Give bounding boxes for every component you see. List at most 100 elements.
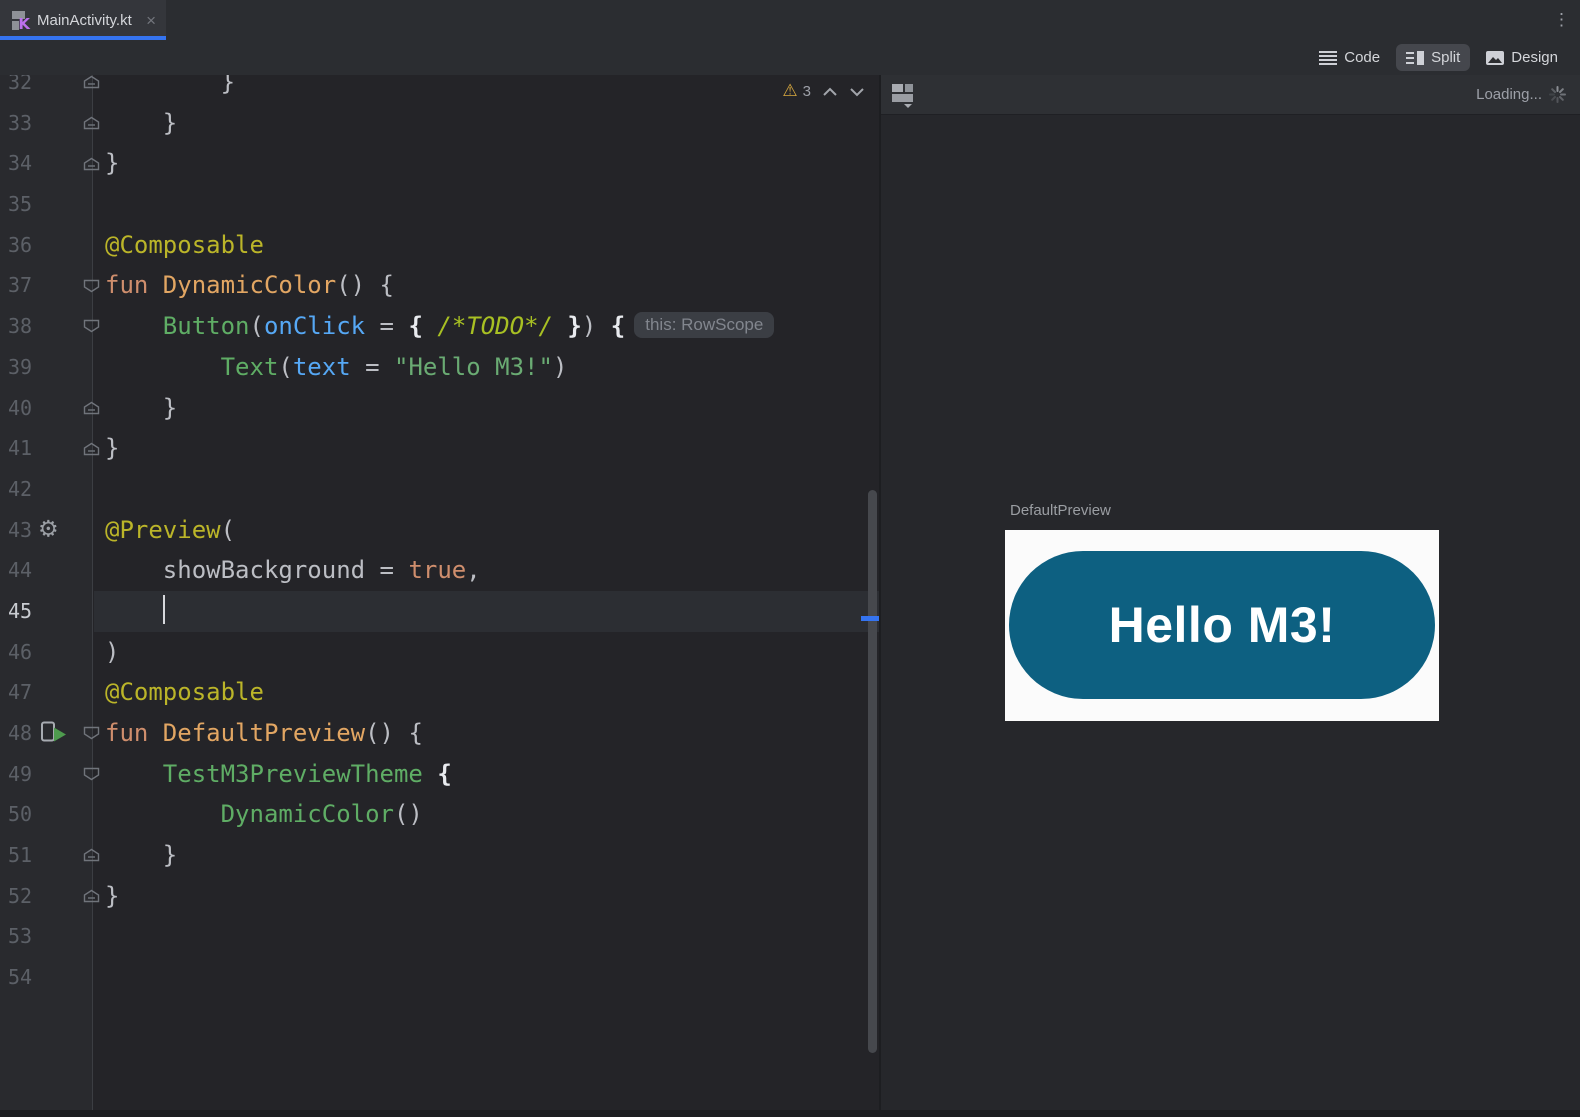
code-line[interactable]: 48 fun DefaultPreview() { [0,713,879,754]
code-line[interactable]: 32 } [0,75,879,103]
inlay-hint: this: RowScope [634,312,775,339]
code-line[interactable]: 38 Button(onClick = { /*TODO*/ }) {this:… [0,306,879,347]
code-text: @Composable [105,678,264,707]
code-line[interactable]: 51 } [0,835,879,876]
line-number: 47 [8,680,33,705]
editor-mode-toolbar: Code Split Design [0,40,1580,75]
code-line[interactable]: 45 [0,590,879,632]
code-text: @Preview( [105,515,236,544]
editor-scrollbar[interactable] [868,490,877,1053]
code-text: } [105,108,178,137]
code-lines: 32 } 33 } 34} 35 36 @Composable 37 fun DynamicC… [0,75,879,998]
compose-preview-pane: Loading... DefaultPreview Hello M3! [881,75,1580,1110]
preview-composable-label[interactable]: DefaultPreview [1010,502,1111,519]
prev-warning-chevron-up-icon[interactable] [822,86,838,98]
code-line[interactable]: 35 [0,184,879,225]
code-text: Text(text = "Hello M3!") [220,352,568,381]
code-editor[interactable]: 32 } 33 } 34} 35 36 @Composable 37 fun DynamicC… [0,75,879,1110]
fold-expand-icon[interactable] [83,157,100,170]
fold-collapse-icon[interactable] [83,727,100,740]
preview-status: Loading... [1476,86,1566,103]
line-number: 39 [8,354,33,379]
tab-mainactivity[interactable]: K MainActivity.kt × [0,0,166,40]
fold-expand-icon[interactable] [83,401,100,415]
inspection-widget: ⚠ 3 [782,83,865,100]
line-number: 44 [8,558,33,583]
code-line[interactable]: 33 } [0,103,879,144]
tab-close-icon[interactable]: × [146,12,156,29]
code-line[interactable]: 37 fun DynamicColor() { [0,265,879,306]
fold-expand-icon[interactable] [83,849,100,862]
line-number: 41 [8,436,33,461]
preview-button-text: Hello M3! [1108,597,1336,653]
line-number: 43 [8,517,33,542]
code-line[interactable]: 53 [0,916,879,957]
editor-tab-bar: K MainActivity.kt × ⋮ [0,0,1580,40]
warning-count: 3 [802,83,811,100]
next-warning-chevron-down-icon[interactable] [849,86,865,98]
preview-render-surface[interactable]: Hello M3! [1005,530,1439,721]
code-text: @Composable [105,230,264,259]
fold-collapse-icon[interactable] [83,767,100,781]
code-text: ) [105,637,120,666]
line-number: 51 [8,843,33,868]
code-line[interactable]: 49 TestM3PreviewTheme { [0,754,879,795]
preview-button[interactable]: Hello M3! [1009,551,1435,699]
code-line[interactable]: 50 DynamicColor() [0,794,879,835]
code-line[interactable]: 36 @Composable [0,225,879,266]
active-tab-underline [0,36,166,40]
preview-canvas[interactable]: DefaultPreview Hello M3! [881,115,1580,1110]
line-number: 37 [8,273,33,298]
kebab-menu-icon[interactable]: ⋮ [1553,10,1570,30]
code-line[interactable]: 34} [0,143,879,184]
code-text: fun DefaultPreview() { [105,719,423,747]
code-line[interactable]: 41} [0,428,879,469]
preview-toolbar: Loading... [881,75,1580,115]
line-number: 52 [8,883,33,908]
code-text: } [105,149,120,178]
code-line[interactable]: 40 } [0,388,879,429]
code-line[interactable]: 52} [0,876,879,917]
line-number: 40 [8,395,33,420]
code-text: } [105,434,120,463]
loading-spinner-icon [1549,86,1566,103]
line-number: 54 [8,965,33,990]
code-text: fun DynamicColor() { [105,271,394,300]
code-view-button[interactable]: Code [1309,44,1390,71]
code-line[interactable]: 54 [0,957,879,998]
fold-expand-icon[interactable] [83,889,100,903]
fold-expand-icon[interactable] [83,76,100,89]
kotlin-file-icon: K [10,10,30,33]
design-view-icon [1486,50,1505,65]
line-number: 45 [8,598,33,623]
code-text: Button(onClick = { /*TODO*/ }) {this: Ro… [105,306,775,347]
code-line[interactable]: 46) [0,632,879,673]
run-preview-icon[interactable] [41,721,69,745]
fold-expand-icon[interactable] [83,116,100,130]
fold-collapse-icon[interactable] [83,320,100,333]
line-number: 36 [8,232,33,257]
fold-collapse-icon[interactable] [83,279,100,293]
preview-layout-mode-icon[interactable] [891,81,917,108]
loading-label: Loading... [1476,86,1542,103]
line-number: 50 [8,802,33,827]
preview-settings-gear-icon[interactable]: ⚙ [38,518,59,541]
code-text: DynamicColor() [220,800,423,829]
split-view-icon [1406,50,1425,65]
split-view-button[interactable]: Split [1396,44,1471,71]
warnings-indicator[interactable]: ⚠ 3 [782,81,811,101]
line-number: 53 [8,924,33,949]
code-text: TestM3PreviewTheme { [162,759,452,788]
code-line[interactable]: 44 showBackground = true, [0,550,879,591]
fold-expand-icon[interactable] [83,442,100,455]
line-number: 46 [8,639,33,664]
design-view-button[interactable]: Design [1476,44,1568,71]
code-line[interactable]: 42 [0,469,879,510]
code-text: showBackground = true, [105,556,481,585]
code-line[interactable]: 39 Text(text = "Hello M3!") [0,347,879,388]
code-view-label: Code [1344,49,1381,66]
line-number: 42 [8,476,33,501]
code-line[interactable]: 47 @Composable [0,672,879,713]
code-line[interactable]: 43 ⚙ @Preview( [0,510,879,551]
warning-icon: ⚠ [782,81,798,101]
